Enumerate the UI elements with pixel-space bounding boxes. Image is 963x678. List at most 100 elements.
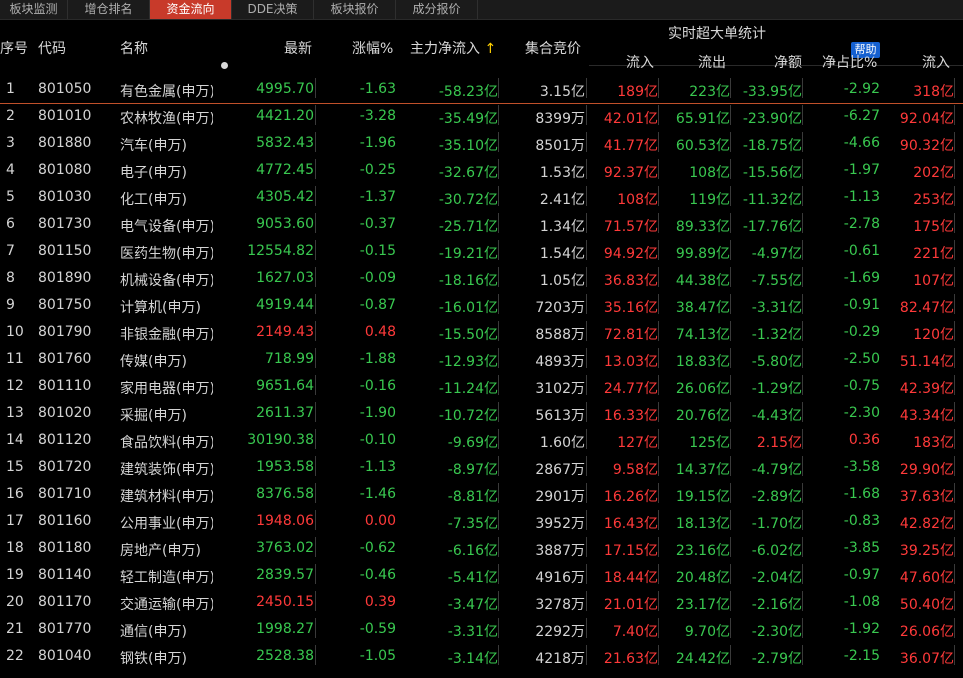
table-row[interactable]: 6 801730 电气设备(申万) 9053.60 -0.37 -25.71亿 1.34亿 7… [0, 212, 963, 239]
header-auction[interactable]: 集合竞价 [525, 38, 581, 58]
table-row[interactable]: 18 801180 房地产(申万) 3763.02 -0.62 -6.16亿 3887万 17… [0, 536, 963, 563]
cell-name: 建筑材料(申万) [120, 489, 213, 505]
tab-position-ranking[interactable]: 增仓排名 [68, 0, 150, 19]
column-separator [586, 564, 587, 584]
table-row[interactable]: 10 801790 非银金融(申万) 2149.43 0.48 -15.50亿 8588万 7… [0, 320, 963, 347]
table-row[interactable]: 8 801890 机械设备(申万) 1627.03 -0.09 -18.16亿 1.05亿 3… [0, 266, 963, 293]
cell-seq: 19 [6, 567, 24, 583]
cell-inflow2: 51.14亿 [899, 354, 954, 370]
cell-net: -3.31亿 [751, 300, 802, 316]
table-row[interactable]: 19 801140 轻工制造(申万) 2839.57 -0.46 -5.41亿 4916万 1… [0, 563, 963, 590]
table-row[interactable]: 2 801010 农林牧渔(申万) 4421.20 -3.28 -35.49亿 8399万 4… [0, 104, 963, 131]
column-separator [658, 645, 659, 665]
cell-seq: 16 [6, 486, 24, 502]
table-row[interactable]: 4 801080 电子(申万) 4772.45 -0.25 -32.67亿 1.53亿 92.… [0, 158, 963, 185]
column-separator [730, 510, 731, 530]
header-outflow[interactable]: 流出 [698, 52, 726, 72]
cell-price: 3763.02 [256, 540, 314, 556]
column-separator [315, 348, 316, 368]
cell-code: 801050 [38, 81, 92, 97]
cell-code: 801030 [38, 189, 92, 205]
cell-inflow2: 90.32亿 [899, 138, 954, 154]
header-name[interactable]: 名称 [120, 38, 148, 58]
column-separator [802, 618, 803, 638]
column-separator [658, 348, 659, 368]
column-separator [498, 429, 499, 449]
tab-sector-quote[interactable]: 板块报价 [314, 0, 396, 19]
column-separator [658, 186, 659, 206]
column-separator [802, 537, 803, 557]
column-separator [498, 618, 499, 638]
cell-change: -1.46 [359, 486, 396, 502]
header-net[interactable]: 净额 [774, 52, 802, 72]
column-separator [658, 267, 659, 287]
cell-outflow: 24.42亿 [675, 651, 730, 667]
table-row[interactable]: 3 801880 汽车(申万) 5832.43 -1.96 -35.10亿 8501万 41.… [0, 131, 963, 158]
table-row[interactable]: 13 801020 采掘(申万) 2611.37 -1.90 -10.72亿 5613万 16… [0, 401, 963, 428]
column-separator [954, 375, 955, 395]
cell-auction: 4893万 [535, 354, 585, 370]
table-row[interactable]: 22 801040 钢铁(申万) 2528.38 -1.05 -3.14亿 4218万 21.… [0, 644, 963, 671]
cell-seq: 14 [6, 432, 24, 448]
table-row[interactable]: 14 801120 食品饮料(申万) 30190.38 -0.10 -9.69亿 1.60亿… [0, 428, 963, 455]
cell-code: 801120 [38, 432, 92, 448]
column-separator [802, 78, 803, 98]
cell-auction: 1.53亿 [539, 165, 585, 181]
cell-change: -0.16 [359, 378, 396, 394]
column-separator [730, 483, 731, 503]
table-row[interactable]: 11 801760 传媒(申万) 718.99 -1.88 -12.93亿 4893万 13.… [0, 347, 963, 374]
cell-price: 2149.43 [256, 324, 314, 340]
column-separator [315, 483, 316, 503]
table-row[interactable]: 12 801110 家用电器(申万) 9651.64 -0.16 -11.24亿 3102万… [0, 374, 963, 401]
cell-net: -4.43亿 [751, 408, 802, 424]
cell-change: -0.46 [359, 567, 396, 583]
cell-change: -0.15 [359, 243, 396, 259]
cell-price: 4919.44 [256, 297, 314, 313]
column-separator [498, 159, 499, 179]
column-separator [802, 105, 803, 125]
cell-mainflow: -58.23亿 [438, 84, 498, 100]
column-separator [730, 78, 731, 98]
table-row[interactable]: 1 801050 有色金属(申万) 4995.70 -1.63 -58.23亿 3.15亿 1… [0, 77, 963, 104]
tab-component-quote[interactable]: 成分报价 [396, 0, 478, 19]
tab-sector-monitor[interactable]: 板块监测 [0, 0, 68, 19]
header-main-net-inflow[interactable]: 主力净流入 ↑ [410, 38, 496, 58]
table-row[interactable]: 7 801150 医药生物(申万) 12554.82 -0.15 -19.21亿 1.54亿… [0, 239, 963, 266]
header-change[interactable]: 涨幅% [352, 38, 393, 58]
table-row[interactable]: 15 801720 建筑装饰(申万) 1953.58 -1.13 -8.97亿 2867万 9… [0, 455, 963, 482]
header-inflow-2[interactable]: 流入 [922, 52, 950, 72]
column-separator [954, 618, 955, 638]
table-row[interactable]: 5 801030 化工(申万) 4305.42 -1.37 -30.72亿 2.41亿 108… [0, 185, 963, 212]
table-row[interactable]: 17 801160 公用事业(申万) 1948.06 0.00 -7.35亿 3952万 16… [0, 509, 963, 536]
table-row[interactable]: 21 801770 通信(申万) 1998.27 -0.59 -3.31亿 2292万 7.4… [0, 617, 963, 644]
cell-ratio: -2.78 [843, 216, 880, 232]
header-net-ratio[interactable]: 净占比% [822, 52, 877, 72]
header-seq[interactable]: 序号 [0, 38, 28, 58]
header-price[interactable]: 最新 [284, 38, 312, 58]
cell-change: -0.25 [359, 162, 396, 178]
sort-up-arrow-icon: ↑ [484, 41, 497, 57]
cell-inflow: 21.63亿 [603, 651, 658, 667]
cell-code: 801040 [38, 648, 92, 664]
column-separator [315, 375, 316, 395]
column-separator [658, 240, 659, 260]
cell-net: -2.04亿 [751, 570, 802, 586]
column-separator [498, 564, 499, 584]
table-row[interactable]: 20 801170 交通运输(申万) 2450.15 0.39 -3.47亿 3278万 21… [0, 590, 963, 617]
column-separator [802, 510, 803, 530]
cell-auction: 8588万 [535, 327, 585, 343]
header-code[interactable]: 代码 [38, 38, 66, 58]
tab-fund-flow[interactable]: 资金流向 [150, 0, 232, 19]
header-inflow[interactable]: 流入 [626, 52, 654, 72]
column-separator [730, 618, 731, 638]
column-option-dot-icon[interactable] [221, 62, 228, 69]
table-row[interactable]: 16 801710 建筑材料(申万) 8376.58 -1.46 -8.81亿 2901万 1… [0, 482, 963, 509]
table-row[interactable]: 9 801750 计算机(申万) 4919.44 -0.87 -16.01亿 7203万 35… [0, 293, 963, 320]
column-separator [954, 294, 955, 314]
cell-price: 9651.64 [256, 378, 314, 394]
cell-net: -2.30亿 [751, 624, 802, 640]
cell-ratio: -1.97 [843, 162, 880, 178]
cell-outflow: 125亿 [689, 435, 730, 451]
column-separator [658, 483, 659, 503]
tab-dde-decision[interactable]: DDE决策 [232, 0, 314, 19]
